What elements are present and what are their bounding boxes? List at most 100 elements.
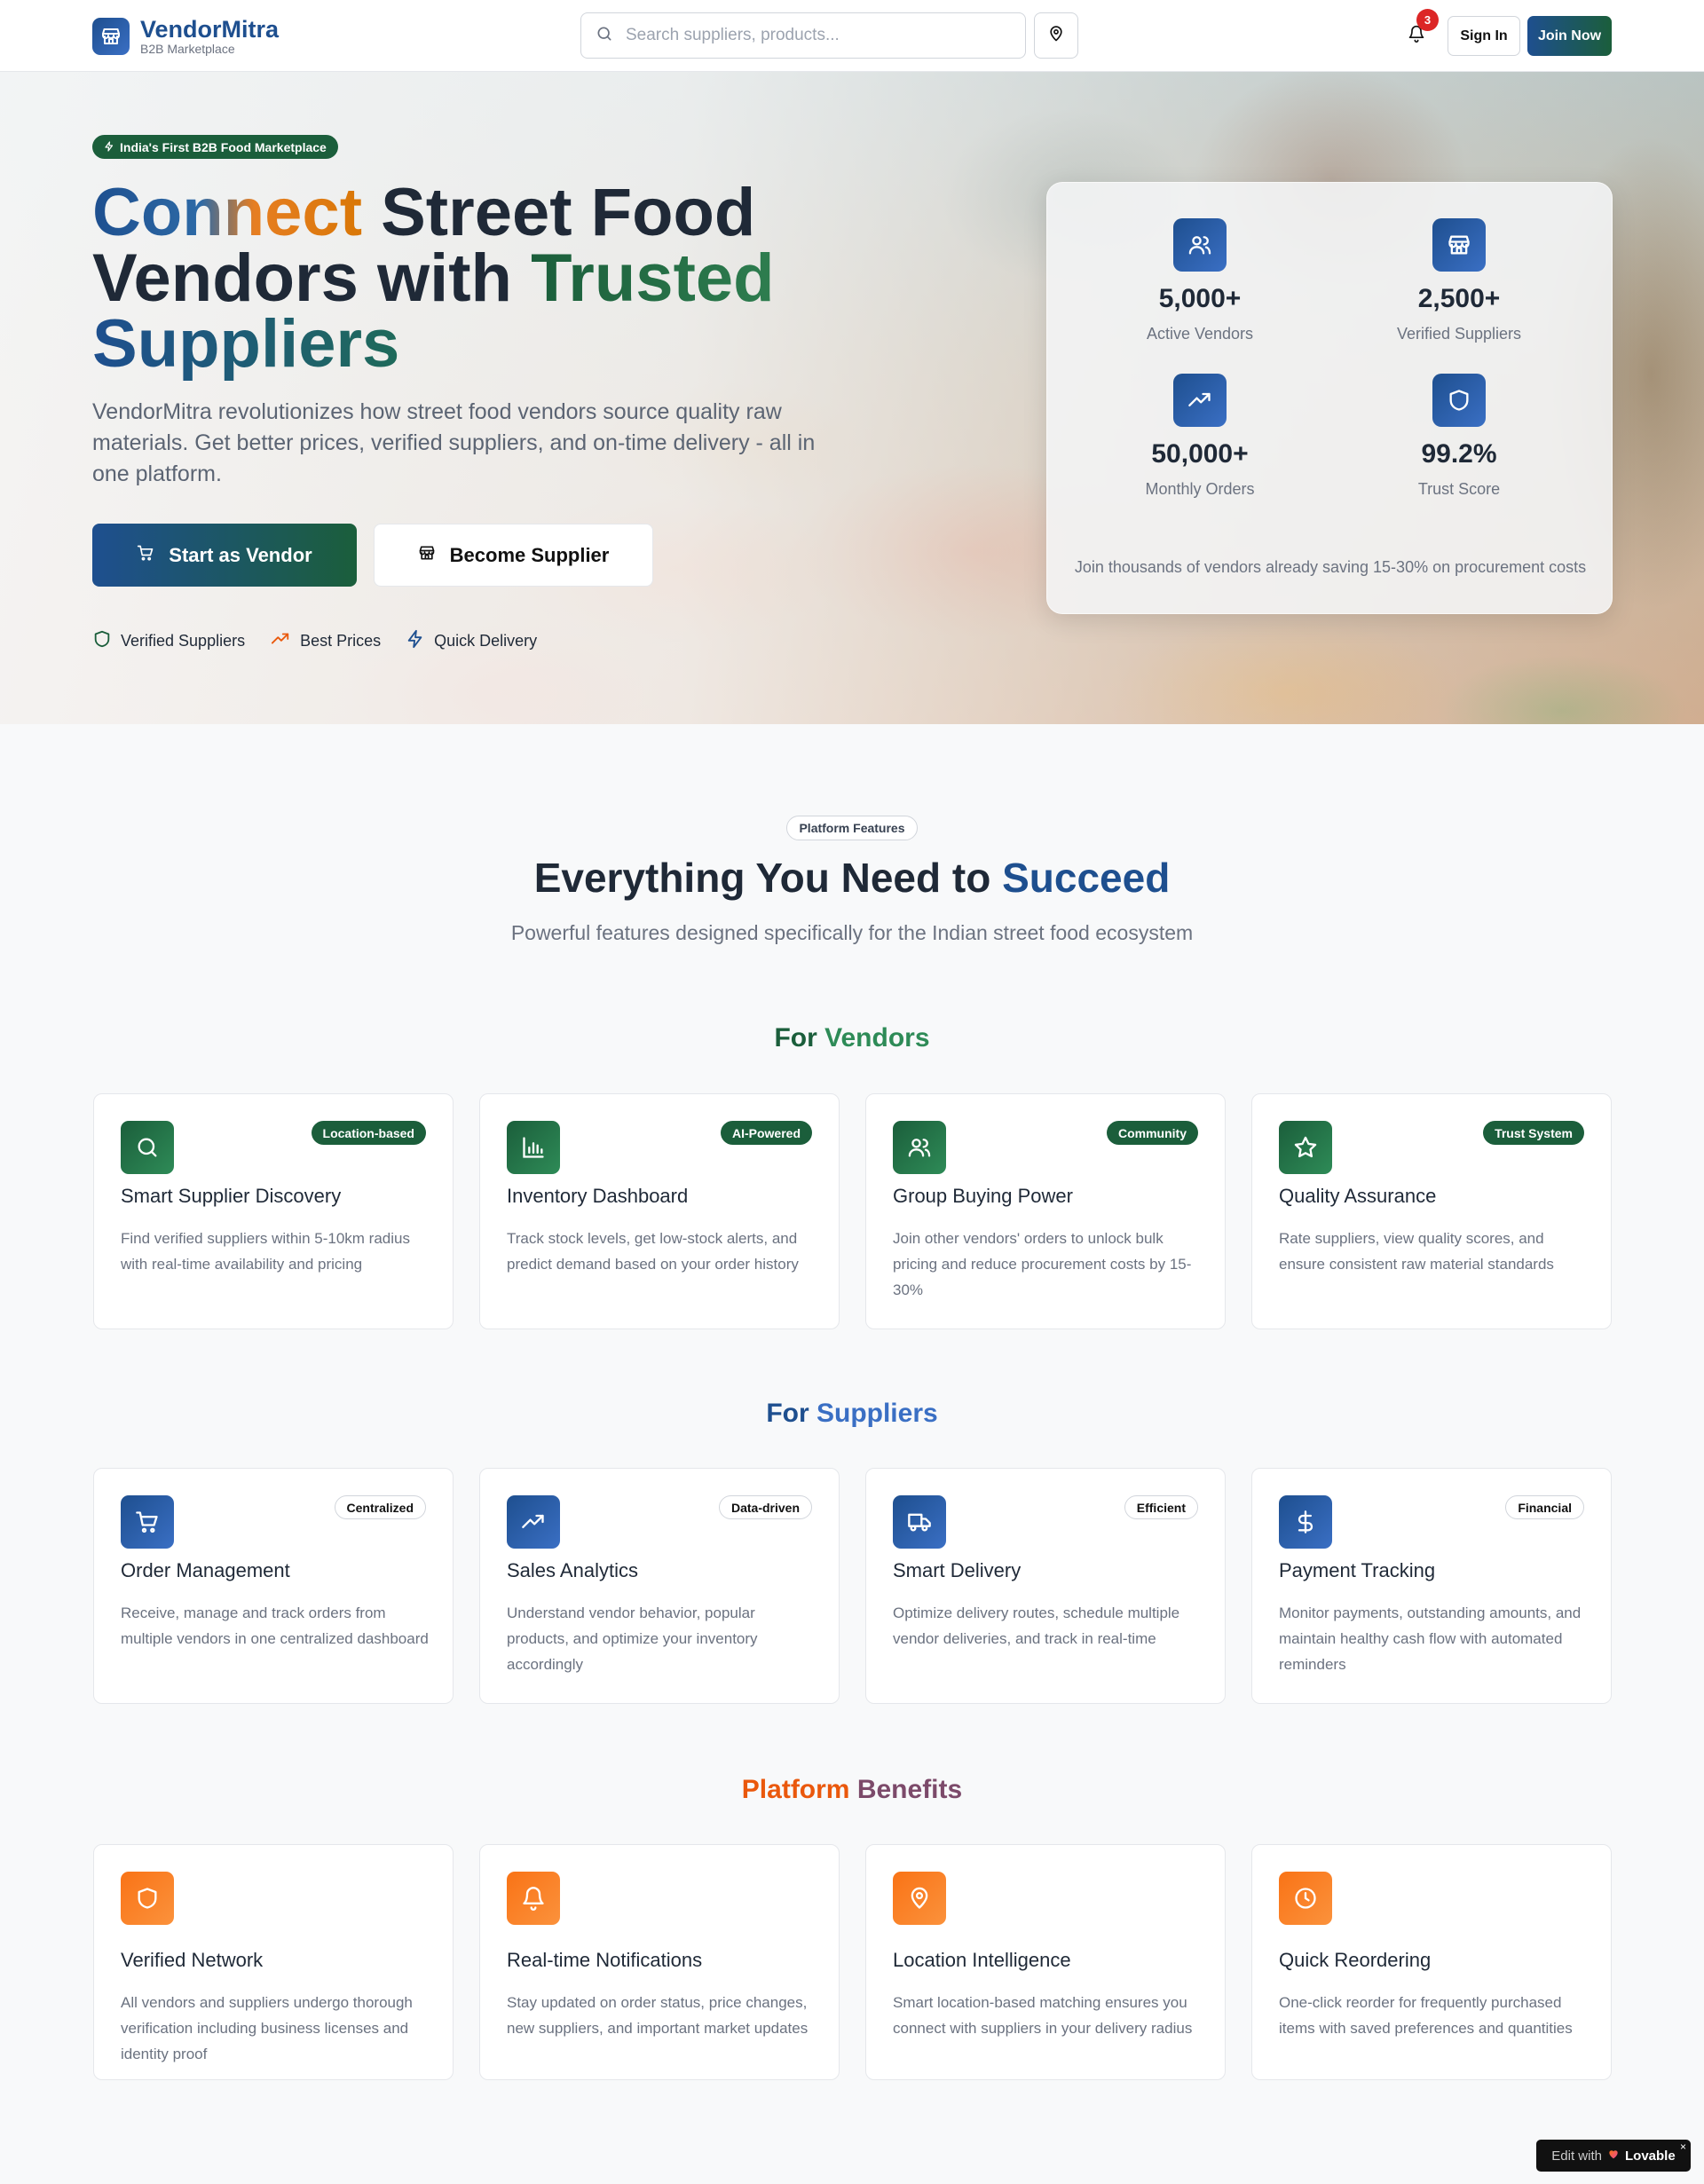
shield-icon	[1432, 374, 1486, 427]
stats-footer-text: Join thousands of vendors already saving…	[1074, 558, 1587, 576]
hero-title-suppliers: Suppliers	[92, 306, 400, 382]
card-title: Smart Supplier Discovery	[121, 1185, 342, 1207]
card-title: Inventory Dashboard	[507, 1185, 689, 1207]
benefit-card-notifications[interactable]: Real-time Notifications Stay updated on …	[479, 1844, 840, 2080]
location-button[interactable]	[1034, 12, 1078, 59]
card-title: Quality Assurance	[1279, 1185, 1437, 1207]
stat-label: Active Vendors	[1146, 325, 1254, 343]
stat-label: Verified Suppliers	[1396, 325, 1522, 343]
benefit-card-location-intelligence[interactable]: Location Intelligence Smart location-bas…	[865, 1844, 1226, 2080]
feature-card-quality-assurance[interactable]: Trust System Quality Assurance Rate supp…	[1251, 1093, 1612, 1329]
card-description: Stay updated on order status, price chan…	[507, 1994, 809, 2037]
trending-up-icon	[1173, 374, 1227, 427]
stat-active-vendors: 5,000+ Active Vendors	[1089, 218, 1311, 343]
notification-count-badge: 3	[1416, 9, 1439, 31]
group-title-suppliers: For Suppliers	[0, 1399, 1704, 1429]
shield-icon	[121, 1872, 174, 1925]
search-icon	[121, 1121, 174, 1174]
cart-icon	[121, 1495, 174, 1549]
group-title-vendors: For Vendors	[0, 1023, 1704, 1053]
card-description: All vendors and suppliers undergo thorou…	[121, 1994, 413, 2062]
card-title: Sales Analytics	[507, 1559, 638, 1581]
feature-card-sales-analytics[interactable]: Data-driven Sales Analytics Understand v…	[479, 1468, 840, 1704]
hero-title-trusted: Trusted	[531, 240, 775, 316]
trust-label: Quick Delivery	[434, 632, 538, 650]
cart-icon	[137, 544, 154, 567]
lightning-icon	[104, 140, 114, 154]
card-description: Understand vendor behavior, popular prod…	[507, 1604, 758, 1673]
group-title-b: Suppliers	[816, 1399, 938, 1428]
store-icon	[1432, 218, 1486, 272]
card-title: Payment Tracking	[1279, 1559, 1436, 1581]
card-description: Receive, manage and track orders from mu…	[121, 1604, 429, 1647]
join-now-button[interactable]: Join Now	[1527, 16, 1612, 56]
features-title-main: Everything You Need to	[533, 855, 1003, 901]
become-supplier-label: Become Supplier	[449, 543, 610, 566]
brand-name: VendorMitra	[140, 16, 280, 43]
brand-logo[interactable]: VendorMitra B2B Marketplace	[92, 17, 279, 56]
group-title-a: Platform	[741, 1775, 857, 1804]
features-title: Everything You Need to Succeed	[0, 854, 1704, 902]
card-badge: Financial	[1505, 1495, 1584, 1519]
trust-indicators: Verified Suppliers Best Prices Quick Del…	[92, 629, 537, 653]
sign-in-button[interactable]: Sign In	[1448, 16, 1520, 56]
card-badge: Location-based	[311, 1121, 426, 1145]
card-description: Optimize delivery routes, schedule multi…	[893, 1604, 1180, 1647]
trust-label: Verified Suppliers	[121, 632, 246, 650]
card-title: Real-time Notifications	[507, 1949, 703, 1971]
card-title: Smart Delivery	[893, 1559, 1022, 1581]
trust-item-prices: Best Prices	[270, 629, 381, 653]
benefit-card-quick-reordering[interactable]: Quick Reordering One-click reorder for f…	[1251, 1844, 1612, 2080]
become-supplier-button[interactable]: Become Supplier	[374, 524, 653, 587]
close-icon[interactable]: ×	[1680, 2141, 1686, 2153]
search-icon	[596, 25, 613, 47]
star-icon	[1279, 1121, 1332, 1174]
hero-pill-badge: India's First B2B Food Marketplace	[92, 135, 338, 159]
users-icon	[1173, 218, 1227, 272]
card-description: One-click reorder for frequently purchas…	[1279, 1994, 1573, 2037]
benefit-card-verified-network[interactable]: Verified Network All vendors and supplie…	[93, 1844, 454, 2080]
lovable-brand: Lovable	[1625, 2148, 1676, 2164]
feature-card-smart-delivery[interactable]: Efficient Smart Delivery Optimize delive…	[865, 1468, 1226, 1704]
bar-chart-icon	[507, 1121, 560, 1174]
trending-up-icon	[270, 629, 291, 653]
card-badge: Data-driven	[718, 1495, 812, 1519]
feature-card-order-management[interactable]: Centralized Order Management Receive, ma…	[93, 1468, 454, 1704]
stats-card: 5,000+ Active Vendors 2,500+ Verified Su…	[1046, 182, 1613, 614]
stat-value: 2,500+	[1417, 284, 1501, 313]
trending-up-icon	[507, 1495, 560, 1549]
stat-label: Trust Score	[1417, 480, 1501, 498]
heart-icon	[1607, 2148, 1620, 2164]
card-badge: Centralized	[334, 1495, 426, 1519]
truck-icon	[893, 1495, 946, 1549]
card-title: Order Management	[121, 1559, 290, 1581]
edit-with-lovable-badge[interactable]: Edit with Lovable ×	[1536, 2140, 1691, 2172]
group-title-benefits: Platform Benefits	[0, 1775, 1704, 1805]
trust-item-verified: Verified Suppliers	[92, 629, 245, 653]
card-title: Group Buying Power	[893, 1185, 1073, 1207]
feature-card-inventory-dashboard[interactable]: AI-Powered Inventory Dashboard Track sto…	[479, 1093, 840, 1329]
features-subtitle: Powerful features designed specifically …	[510, 921, 1194, 944]
card-title: Quick Reordering	[1279, 1949, 1432, 1971]
feature-card-payment-tracking[interactable]: Financial Payment Tracking Monitor payme…	[1251, 1468, 1612, 1704]
page: VendorMitra B2B Marketplace 3 Sign In Jo…	[0, 0, 1704, 2184]
group-title-b: Vendors	[824, 1023, 930, 1053]
map-pin-icon	[1047, 25, 1065, 47]
hero-section: India's First B2B Food Marketplace Conne…	[0, 72, 1704, 724]
card-title: Location Intelligence	[893, 1949, 1071, 1971]
search-input[interactable]	[626, 26, 998, 45]
card-description: Track stock levels, get low-stock alerts…	[507, 1230, 799, 1273]
group-title-a: For	[766, 1399, 816, 1428]
map-pin-icon	[893, 1872, 946, 1925]
start-as-vendor-button[interactable]: Start as Vendor	[92, 524, 357, 587]
section-tag: Platform Features	[786, 816, 918, 840]
bell-icon	[507, 1872, 560, 1925]
store-icon	[92, 18, 130, 55]
feature-card-group-buying[interactable]: Community Group Buying Power Join other …	[865, 1093, 1226, 1329]
card-description: Smart location-based matching ensures yo…	[893, 1994, 1193, 2037]
hero-pill-text: India's First B2B Food Marketplace	[120, 139, 327, 154]
card-description: Monitor payments, outstanding amounts, a…	[1279, 1604, 1582, 1673]
stat-value: 5,000+	[1158, 284, 1242, 313]
clock-icon	[1279, 1872, 1332, 1925]
feature-card-supplier-discovery[interactable]: Location-based Smart Supplier Discovery …	[93, 1093, 454, 1329]
